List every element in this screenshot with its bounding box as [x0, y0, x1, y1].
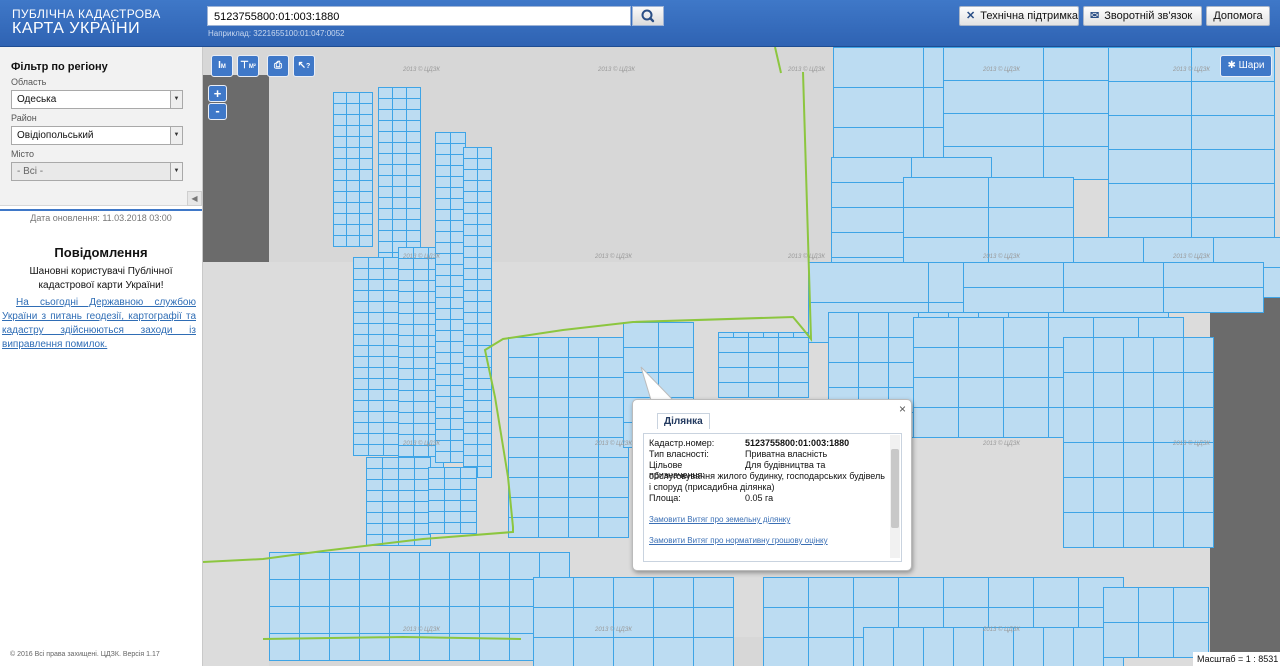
feedback-label: Зворотній зв'язок — [1104, 10, 1193, 22]
cadastral-search-input[interactable]: 5123755800:01:003:1880 — [207, 6, 631, 26]
order-valuation-link[interactable]: Замовити Витяг про нормативну грошову оц… — [649, 536, 828, 545]
logo-line2: КАРТА УКРАЇНИ — [12, 20, 141, 37]
header-bar: ПУБЛІЧНА КАДАСТРОВА КАРТА УКРАЇНИ 512375… — [0, 0, 1280, 47]
chevron-down-icon: ▼ — [170, 91, 182, 108]
map-watermark: 2013 © ЦДЗК — [983, 254, 1020, 260]
parcel-info-popup: × Ділянка Кадастр.номер: 5123755800:01:0… — [632, 399, 912, 571]
region-value: Одеська — [17, 94, 57, 105]
popup-scrollbar[interactable] — [890, 435, 900, 558]
district-value: Овідіопольський — [17, 130, 94, 141]
region-filter-panel: Фільтр по регіону Область Одеська ▼ Райо… — [0, 47, 202, 206]
map-watermark: 2013 © ЦДЗК — [1173, 254, 1210, 260]
region-label: Область — [11, 77, 47, 87]
map-scale: Масштаб = 1 : 8531 — [1193, 652, 1280, 666]
map-watermark: 2013 © ЦДЗК — [1173, 441, 1210, 447]
info-key: Тип власності: — [649, 449, 709, 459]
popup-content: Кадастр.номер: 5123755800:01:003:1880 Ти… — [643, 433, 902, 562]
layers-label: Шари — [1238, 60, 1265, 71]
gear-icon: ✱ — [1227, 60, 1236, 71]
ruler-length-icon[interactable]: IM — [211, 55, 233, 77]
map-watermark: 2013 © ЦДЗК — [788, 67, 825, 73]
map-watermark: 2013 © ЦДЗК — [788, 254, 825, 260]
notice-text: Шановні користувачі Публічної кадастрово… — [29, 266, 173, 291]
map-watermark: 2013 © ЦДЗК — [403, 67, 440, 73]
chevron-down-icon: ▼ — [170, 127, 182, 144]
search-button[interactable] — [632, 6, 664, 26]
boundary-line — [203, 47, 813, 640]
tools-icon: ✕ — [966, 10, 976, 22]
copyright: © 2016 Всі права захищені. ЦДЗК. Версія … — [10, 651, 160, 658]
order-extract-link[interactable]: Замовити Витяг про земельну ділянку — [649, 515, 790, 524]
map-watermark: 2013 © ЦДЗК — [598, 67, 635, 73]
info-key: Площа: — [649, 493, 681, 503]
zoom-out-button[interactable]: - — [208, 103, 227, 120]
search-hint: Наприклад: 3221655100:01:047:0052 — [208, 29, 345, 38]
region-select[interactable]: Одеська ▼ — [11, 90, 183, 109]
chevron-down-icon: ▼ — [170, 163, 182, 180]
info-value: Для будівництва та обслуговування жилого… — [649, 460, 885, 492]
map-watermark: 2013 © ЦДЗК — [983, 441, 1020, 447]
notice-title: Повідомлення — [54, 245, 148, 260]
district-select[interactable]: Овідіопольський ▼ — [11, 126, 183, 145]
map-watermark: 2013 © ЦДЗК — [595, 627, 632, 633]
support-label: Технічна підтримка — [980, 10, 1079, 22]
map-watermark: 2013 © ЦДЗК — [983, 67, 1020, 73]
filter-title: Фільтр по регіону — [11, 61, 108, 73]
collapse-sidebar-button[interactable]: ◀ — [187, 191, 202, 206]
site-logo[interactable]: ПУБЛІЧНА КАДАСТРОВА КАРТА УКРАЇНИ — [12, 8, 161, 37]
map-watermark: 2013 © ЦДЗК — [983, 627, 1020, 633]
info-value: 5123755800:01:003:1880 — [745, 438, 850, 448]
search-icon — [641, 9, 655, 23]
city-select[interactable]: - Всі - ▼ — [11, 162, 183, 181]
map-watermark: 2013 © ЦДЗК — [403, 627, 440, 633]
tab-parcel[interactable]: Ділянка — [657, 413, 710, 429]
ruler-area-icon[interactable]: ⊤M² — [237, 55, 259, 77]
city-label: Місто — [11, 149, 35, 159]
logo-line1: ПУБЛІЧНА КАДАСТРОВА — [12, 7, 161, 21]
close-icon[interactable]: × — [899, 402, 906, 416]
feedback-button[interactable]: ✉ Зворотній зв'язок — [1083, 6, 1202, 26]
update-date: Дата оновлення: 11.03.2018 03:00 — [0, 209, 202, 223]
map-watermark: 2013 © ЦДЗК — [403, 254, 440, 260]
help-button[interactable]: Допомога — [1206, 6, 1270, 26]
envelope-icon: ✉ — [1090, 10, 1100, 22]
print-icon[interactable]: ⎙ — [267, 55, 289, 77]
support-button[interactable]: ✕ Технічна підтримка — [959, 6, 1079, 26]
city-value: - Всі - — [17, 166, 44, 177]
map-watermark: 2013 © ЦДЗК — [595, 441, 632, 447]
layers-button[interactable]: ✱ Шари — [1220, 55, 1272, 77]
map-watermark: 2013 © ЦДЗК — [1173, 67, 1210, 73]
cadastral-map[interactable]: 2013 © ЦДЗК 2013 © ЦДЗК 2013 © ЦДЗК 2013… — [203, 47, 1280, 666]
zoom-in-button[interactable]: + — [208, 85, 227, 102]
info-value: Приватна власність — [745, 449, 828, 459]
sidebar: Фільтр по регіону Область Одеська ▼ Райо… — [0, 47, 203, 666]
map-watermark: 2013 © ЦДЗК — [403, 441, 440, 447]
map-watermark: 2013 © ЦДЗК — [595, 254, 632, 260]
notice-link[interactable]: На сьогодні Державною службою України з … — [2, 296, 196, 352]
scrollbar-thumb[interactable] — [891, 449, 899, 528]
district-label: Район — [11, 113, 37, 123]
info-value: 0.05 га — [745, 493, 774, 503]
info-cursor-icon[interactable]: ↖? — [293, 55, 315, 77]
info-key: Кадастр.номер: — [649, 438, 715, 448]
